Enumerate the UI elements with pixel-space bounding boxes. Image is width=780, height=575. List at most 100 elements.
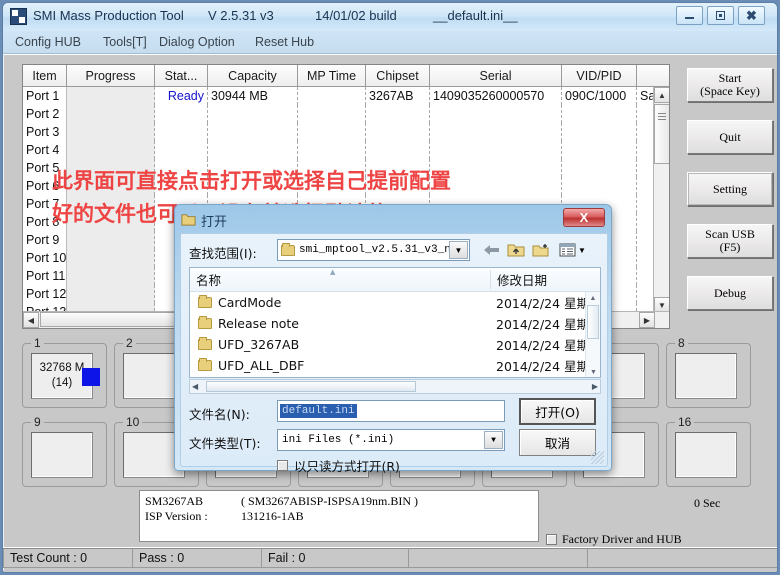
dialog-resize-grip[interactable] [591, 451, 604, 464]
views-chevron-down-icon[interactable]: ▼ [578, 246, 586, 255]
status-cell-4 [408, 548, 588, 568]
look-in-path: smi_mptool_v2.5.31_v3_n0102 [299, 244, 451, 256]
up-one-level-icon[interactable] [505, 240, 526, 260]
table-cell-vidpid [562, 105, 637, 123]
look-in-combobox[interactable]: smi_mptool_v2.5.31_v3_n0102 ▼ [277, 239, 470, 261]
dialog-open-button[interactable]: 打开(O) [519, 398, 596, 425]
table-vertical-scrollbar[interactable]: ▲ ▼ [653, 87, 669, 313]
column-header-item[interactable]: Item [23, 65, 67, 86]
column-header-chipset[interactable]: Chipset [366, 65, 430, 86]
table-cell-progress [67, 231, 155, 249]
column-header-mp-time[interactable]: MP Time [298, 65, 366, 86]
table-row[interactable]: Port 6 [23, 177, 654, 195]
scroll-up-arrow-icon[interactable]: ▲ [654, 87, 669, 103]
file-column-date[interactable]: 修改日期 [490, 270, 578, 289]
isp-bin-name: ( SM3267ABISP-ISPSA19nm.BIN ) [241, 494, 419, 508]
column-header-vid-pid[interactable]: VID/PID [562, 65, 637, 86]
factory-driver-label: Factory Driver and HUB [562, 532, 682, 546]
table-cell-extra [637, 231, 654, 249]
table-row[interactable]: Port 2 [23, 105, 654, 123]
status-bar: Test Count : 0 Pass : 0 Fail : 0 [3, 547, 777, 569]
isp-info-box: SM3267AB ( SM3267ABISP-ISPSA19nm.BIN ) I… [139, 490, 539, 542]
file-hscroll-right-icon[interactable]: ▶ [592, 382, 598, 391]
column-header-serial[interactable]: Serial [430, 65, 562, 86]
menu-item-tools[interactable]: Tools[T] [99, 34, 151, 50]
quit-button[interactable]: Quit [687, 120, 773, 154]
file-scroll-down-icon[interactable]: ▼ [586, 366, 600, 377]
file-list[interactable]: 名称 修改日期 CardMode2014/2/24 星期-Release not… [189, 267, 601, 378]
setting-button[interactable]: Setting [687, 172, 773, 206]
table-cell-item: Port 12 [23, 285, 67, 303]
file-hscroll-left-icon[interactable]: ◀ [192, 382, 198, 391]
quit-button-label: Quit [719, 129, 741, 144]
back-arrow-icon[interactable] [481, 240, 502, 260]
start-button[interactable]: Start (Space Key) [687, 68, 773, 102]
dialog-cancel-button[interactable]: 取消 [519, 429, 596, 456]
maximize-button[interactable] [707, 6, 734, 25]
views-dropdown-icon[interactable]: ▼ [556, 240, 589, 260]
menu-item-dialog-option[interactable]: Dialog Option [155, 34, 239, 50]
debug-button[interactable]: Debug [687, 276, 773, 310]
column-header-extra[interactable] [637, 65, 669, 86]
file-name-cell: UFD_ALL_DBF [190, 358, 490, 373]
dialog-close-button[interactable]: X [563, 208, 605, 227]
scroll-right-arrow-icon[interactable]: ▶ [639, 312, 655, 328]
menu-item-config-hub[interactable]: Config HUB [11, 34, 85, 50]
table-cell-item: Port 4 [23, 141, 67, 159]
table-row[interactable]: Port 5 [23, 159, 654, 177]
window-title: SMI Mass Production Tool [33, 8, 184, 23]
column-header-status[interactable]: Stat... [155, 65, 208, 86]
file-list-vertical-scrollbar[interactable]: ▲ ▼ [585, 292, 600, 377]
file-list-item[interactable]: Release note 2014/2/24 星期- [190, 313, 600, 334]
table-cell-progress [67, 267, 155, 285]
file-scroll-up-icon[interactable]: ▲ [586, 292, 600, 305]
device-slot-status-led [82, 368, 100, 386]
factory-driver-checkbox[interactable]: Factory Driver and HUB [546, 532, 682, 547]
column-header-progress[interactable]: Progress [67, 65, 155, 86]
status-pass: Pass : 0 [132, 548, 262, 568]
readonly-checkbox[interactable]: 以只读方式打开(R) [277, 456, 400, 475]
device-slot-number: 10 [123, 415, 143, 429]
table-cell-progress [67, 195, 155, 213]
file-name-text: Release note [218, 316, 299, 331]
file-column-name[interactable]: 名称 [190, 268, 490, 289]
file-list-item[interactable]: CardMode 2014/2/24 星期- [190, 292, 600, 313]
device-slot[interactable]: 1 32768 M (14) [22, 336, 107, 408]
menu-item-reset-hub[interactable]: Reset Hub [251, 34, 318, 50]
close-icon: ✖ [746, 8, 757, 23]
table-cell-vidpid [562, 177, 637, 195]
checkbox-icon[interactable] [546, 534, 557, 545]
device-slot[interactable]: 16 [666, 415, 751, 487]
scan-usb-button[interactable]: Scan USB (F5) [687, 224, 773, 258]
device-slot[interactable]: 9 [22, 415, 107, 487]
file-list-item[interactable]: UFD_3267AB 2014/2/24 星期- [190, 334, 600, 355]
close-button[interactable]: ✖ [738, 6, 765, 25]
device-slot-display[interactable] [675, 353, 737, 399]
table-cell-serial [430, 123, 562, 141]
file-type-chevron-down-icon[interactable]: ▼ [484, 431, 503, 449]
new-folder-icon[interactable] [530, 240, 551, 260]
chevron-down-icon[interactable]: ▼ [449, 241, 468, 259]
file-scroll-thumb[interactable] [587, 305, 599, 339]
scroll-left-arrow-icon[interactable]: ◀ [23, 312, 39, 328]
column-header-capacity[interactable]: Capacity [208, 65, 298, 86]
table-cell-mptime [298, 87, 366, 105]
device-slot[interactable]: 8 [666, 336, 751, 408]
file-list-item[interactable]: UFD_ALL_DBF 2014/2/24 星期- [190, 355, 600, 376]
table-row[interactable]: Port 4 [23, 141, 654, 159]
file-list-horizontal-scrollbar[interactable]: ◀ ▶ [189, 379, 601, 394]
file-name-input[interactable]: default.ini [277, 400, 505, 422]
dialog-title: 打开 [201, 214, 228, 229]
device-slot-display[interactable] [31, 432, 93, 478]
device-slot-display[interactable] [675, 432, 737, 478]
table-cell-extra [637, 141, 654, 159]
table-cell-item: Port 11 [23, 267, 67, 285]
table-cell-capacity: 30944 MB [208, 87, 298, 105]
table-row[interactable]: Port 3 [23, 123, 654, 141]
title-bar: SMI Mass Production Tool V 2.5.31 v3 14/… [3, 3, 777, 31]
minimize-button[interactable] [676, 6, 703, 25]
file-hscroll-thumb[interactable] [206, 381, 416, 392]
readonly-checkbox-icon[interactable] [277, 460, 288, 471]
file-type-combobox[interactable]: ini Files (*.ini) ▼ [277, 429, 505, 451]
table-row[interactable]: Port 1 Ready 30944 MB 3267AB 140903526000057… [23, 87, 654, 105]
